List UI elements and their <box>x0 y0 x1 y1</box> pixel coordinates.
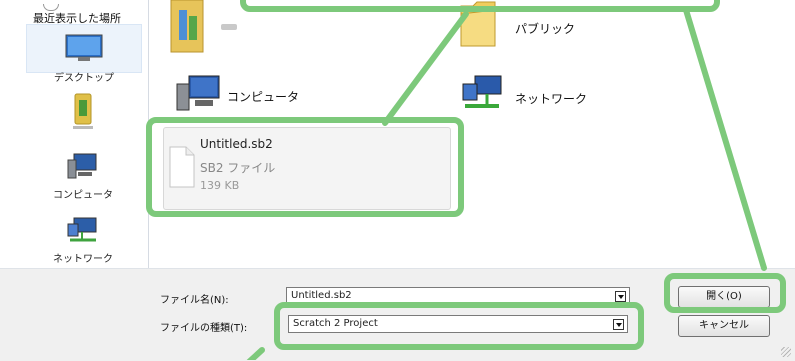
filename-label: ファイル名(N): <box>160 295 229 306</box>
file-icon <box>169 146 195 188</box>
cancel-button[interactable]: キャンセル <box>678 315 770 337</box>
navigation-pane: 最近表示した場所 デスクトップ コンピュータ ネットワーク <box>0 0 149 268</box>
nav-item-network-label: ネットワーク <box>53 254 113 265</box>
computer-icon <box>67 153 97 179</box>
library-icon <box>73 93 93 129</box>
file-size: 139 KB <box>200 179 240 192</box>
open-button-label: 開く(O) <box>706 291 742 302</box>
nav-item-computer-label: コンピュータ <box>53 190 113 201</box>
file-type: SB2 ファイル <box>200 161 276 175</box>
nav-item-desktop[interactable]: デスクトップ <box>26 24 142 84</box>
resize-grip-icon[interactable] <box>781 347 791 357</box>
file-item-untitled-sb2[interactable]: Untitled.sb2 SB2 ファイル 139 KB <box>163 127 451 210</box>
folder-icon <box>170 0 204 53</box>
list-item-public-label: パブリック <box>515 22 576 36</box>
open-button[interactable]: 開く(O) <box>678 286 770 308</box>
filename-input-value: Untitled.sb2 <box>291 290 352 301</box>
computer-icon <box>176 75 220 111</box>
filetype-select[interactable]: Scratch 2 Project <box>288 315 628 333</box>
filename-input[interactable]: Untitled.sb2 <box>286 287 630 305</box>
list-item-computer-label: コンピュータ <box>227 90 300 104</box>
nav-item-recent-places[interactable]: 最近表示した場所 <box>33 4 147 25</box>
network-icon <box>67 217 97 242</box>
list-item-computer[interactable]: コンピュータ <box>175 72 335 120</box>
nav-item-network[interactable]: ネットワーク <box>26 212 140 265</box>
folder-icon <box>460 1 496 47</box>
list-item-network-label: ネットワーク <box>515 92 588 106</box>
nav-item-desktop-label: デスクトップ <box>54 73 114 84</box>
desktop-icon <box>65 34 103 61</box>
blurred-label <box>221 24 237 30</box>
dialog-footer: ファイル名(N): Untitled.sb2 ファイルの種類(T): Scrat… <box>0 268 795 361</box>
filetype-label: ファイルの種類(T): <box>160 323 248 334</box>
dropdown-arrow-icon[interactable] <box>615 291 626 302</box>
nav-item-library[interactable] <box>26 88 140 132</box>
list-item-public[interactable]: パブリック <box>459 0 609 60</box>
filetype-select-value: Scratch 2 Project <box>293 318 378 329</box>
dropdown-arrow-icon[interactable] <box>613 319 624 330</box>
cancel-button-label: キャンセル <box>699 320 749 331</box>
network-icon <box>462 75 502 108</box>
list-item-folder[interactable] <box>167 0 267 60</box>
file-name: Untitled.sb2 <box>200 137 273 151</box>
list-item-network[interactable]: ネットワーク <box>459 72 619 120</box>
nav-item-computer[interactable]: コンピュータ <box>26 148 140 201</box>
